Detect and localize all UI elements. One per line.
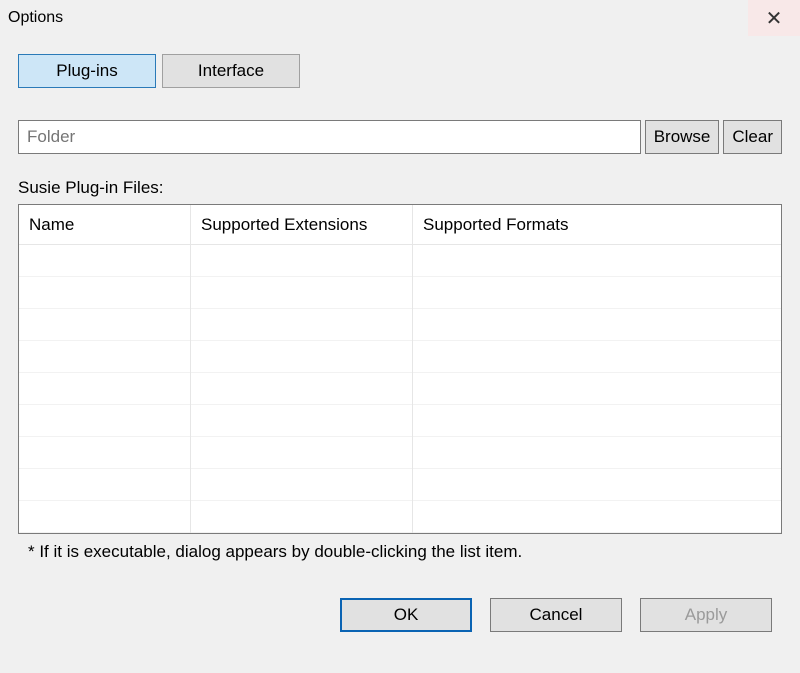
hint-text: * If it is executable, dialog appears by…	[18, 542, 782, 562]
table-row	[191, 309, 412, 341]
table-row	[191, 277, 412, 309]
cancel-button[interactable]: Cancel	[490, 598, 622, 632]
plugin-grid[interactable]: Name Supported Extensions	[18, 204, 782, 534]
ok-button[interactable]: OK	[340, 598, 472, 632]
column-formats: Supported Formats	[413, 205, 781, 533]
column-header-name[interactable]: Name	[19, 205, 190, 245]
folder-row: Browse Clear	[18, 120, 782, 154]
table-row	[191, 245, 412, 277]
column-extensions: Supported Extensions	[191, 205, 413, 533]
table-row	[191, 405, 412, 437]
column-name: Name	[19, 205, 191, 533]
table-row	[191, 373, 412, 405]
table-row	[191, 341, 412, 373]
apply-button: Apply	[640, 598, 772, 632]
table-row	[413, 405, 781, 437]
table-row	[191, 501, 412, 533]
table-row	[413, 373, 781, 405]
table-row	[19, 469, 190, 501]
table-row	[413, 309, 781, 341]
table-row	[413, 277, 781, 309]
table-row	[19, 405, 190, 437]
clear-button[interactable]: Clear	[723, 120, 782, 154]
table-row	[19, 245, 190, 277]
tab-bar: Plug-ins Interface	[18, 54, 782, 88]
table-row	[19, 437, 190, 469]
table-row	[19, 309, 190, 341]
dialog-content: Plug-ins Interface Browse Clear Susie Pl…	[0, 36, 800, 650]
browse-button[interactable]: Browse	[645, 120, 720, 154]
window-title: Options	[8, 9, 748, 27]
tab-interface[interactable]: Interface	[162, 54, 300, 88]
tab-plugins[interactable]: Plug-ins	[18, 54, 156, 88]
table-row	[19, 373, 190, 405]
close-button[interactable]: ✕	[748, 0, 800, 36]
table-row	[413, 245, 781, 277]
table-row	[413, 341, 781, 373]
close-icon: ✕	[766, 6, 783, 31]
dialog-buttons: OK Cancel Apply	[18, 598, 782, 632]
column-header-extensions[interactable]: Supported Extensions	[191, 205, 412, 245]
table-row	[19, 277, 190, 309]
table-row	[191, 437, 412, 469]
title-bar: Options ✕	[0, 0, 800, 36]
table-row	[191, 469, 412, 501]
table-row	[413, 501, 781, 533]
column-header-formats[interactable]: Supported Formats	[413, 205, 781, 245]
table-row	[413, 469, 781, 501]
folder-input[interactable]	[18, 120, 641, 154]
table-row	[413, 437, 781, 469]
table-row	[19, 341, 190, 373]
plugin-list-label: Susie Plug-in Files:	[18, 178, 782, 198]
table-row	[19, 501, 190, 533]
